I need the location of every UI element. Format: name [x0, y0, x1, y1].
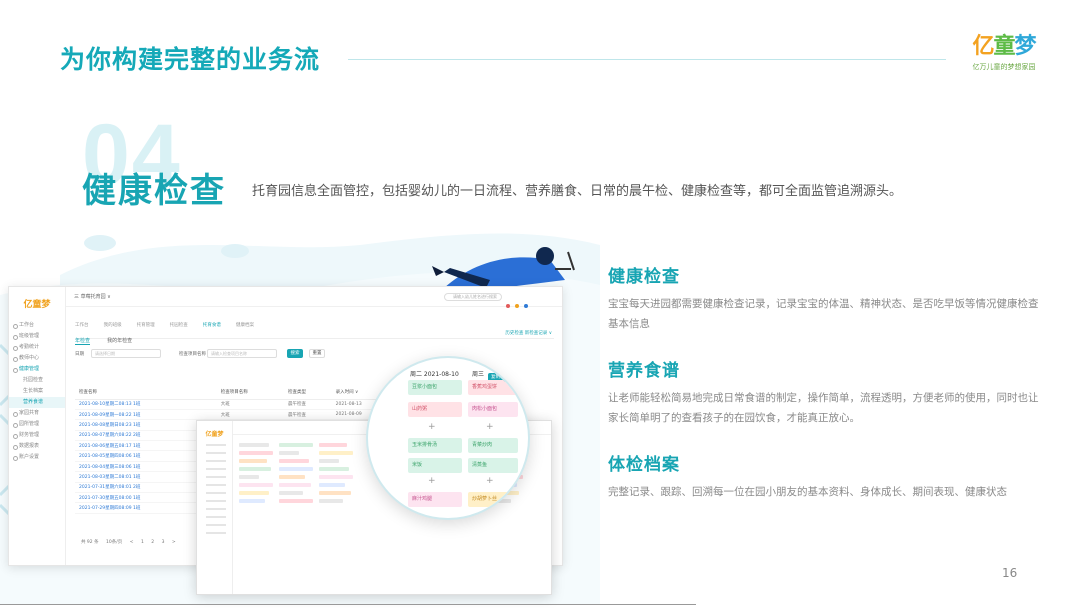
pagination-prev[interactable]: < — [130, 540, 134, 545]
mock-subtab[interactable]: 年检查 — [75, 338, 91, 345]
mock-sidebar-item[interactable]: 家园共育 — [9, 408, 65, 419]
mock-logo: 亿童梦 — [23, 300, 51, 310]
mock-sidebar-item[interactable]: 工作台 — [9, 320, 65, 331]
meal-cell[interactable]: 清蒸鱼 — [468, 458, 518, 473]
pagination-next[interactable]: > — [172, 540, 176, 545]
add-item-icon[interactable]: + — [486, 476, 494, 486]
mock-date-input[interactable]: 请选择日期 — [91, 349, 161, 358]
pagination-page[interactable]: 2 — [151, 540, 154, 545]
mock-search-input[interactable]: 请输入幼儿姓名进行搜索 — [444, 293, 502, 301]
mock-logo-small: 亿童梦 — [205, 431, 224, 438]
table-cell: 大班 — [216, 399, 284, 410]
table-cell: 晨午检查 — [283, 409, 332, 421]
mock-sidebar: 亿童梦 工作台 班级管理 考勤统计 教师中心 健康管理 托园检查 生长档案 营养… — [9, 287, 66, 565]
feature-title: 体检档案 — [608, 455, 680, 475]
mock-reset-button[interactable]: 重置 — [309, 349, 325, 358]
table-header: 检查名称 — [75, 385, 217, 400]
table-cell: 晨午检查 — [283, 399, 332, 410]
mock-type-input[interactable]: 请输入检查项目名称 — [207, 349, 277, 358]
table-header: 检查类型 — [283, 385, 332, 400]
mock-sidebar-item[interactable]: 数据报表 — [9, 441, 65, 452]
add-item-icon[interactable]: + — [486, 422, 494, 432]
table-row[interactable]: 2021-08-10星期二08:13 1班 大班 晨午检查 2021-08-13 — [75, 399, 397, 410]
mock-sidebar-small: 亿童梦 — [197, 421, 233, 594]
feature-description: 宝宝每天进园都需要健康检查记录，记录宝宝的体温、精神状态、是否吃早饭等情况健康检… — [608, 298, 1039, 330]
pagination-total: 共 92 条 — [81, 540, 99, 545]
table-cell[interactable]: 2021-08-10星期二08:13 1班 — [75, 399, 217, 410]
meal-cell[interactable]: 豆浆小面包 — [408, 380, 462, 395]
feature-health-check: 健康检查 宝宝每天进园都需要健康检查记录，记录宝宝的体温、精神状态、是否吃早饭等… — [608, 262, 1048, 334]
pagination-size[interactable]: 10条/页 — [106, 540, 122, 545]
meal-cell[interactable]: 麻汁鸡腿 — [408, 492, 462, 507]
section-description: 托育园信息全面管控，包括婴幼儿的一日流程、营养膳食、日常的晨午检、健康检查等，都… — [252, 184, 903, 199]
feature-title: 健康检查 — [608, 267, 680, 287]
mock-pagination: 共 92 条 10条/页 < 1 2 3 > — [81, 539, 182, 545]
meal-cell[interactable]: 香蕉鸡蛋饼 — [468, 380, 518, 395]
mock-filter-bar: 日期 请选择日期 检查项目名称 请输入检查项目名称 搜索 重置 — [75, 347, 554, 361]
mock-search-button[interactable]: 搜索 — [287, 349, 303, 358]
meal-cell[interactable]: 青菜炒肉 — [468, 438, 518, 453]
feature-description: 完整记录、跟踪、回溯每一位在园小朋友的基本资料、身体成长、期间表现、健康状态 — [608, 486, 1007, 498]
table-cell: 大班 — [216, 409, 284, 421]
mock-sidebar-item[interactable]: 班级管理 — [9, 331, 65, 342]
mock-sidebar-subitem[interactable]: 生长档案 — [9, 386, 65, 397]
add-item-icon[interactable]: + — [428, 476, 436, 486]
mock-sidebar-item[interactable]: 园所管理 — [9, 419, 65, 430]
footer-divider — [0, 604, 696, 605]
mock-sub-tabs: 年检查 我的年检查 — [75, 327, 554, 345]
meal-cell[interactable]: 山药粥 — [408, 402, 462, 417]
add-meal-button[interactable]: + 添加食谱 — [516, 373, 528, 382]
brand-logo: 亿童梦 亿万儿童的梦想家园 — [962, 34, 1046, 82]
pagination-page[interactable]: 1 — [141, 540, 144, 545]
mock-sidebar-item[interactable]: 财务管理 — [9, 430, 65, 441]
mock-topbar: 三 草莓托育园 ∨ 请输入幼儿姓名进行搜索 — [66, 287, 562, 308]
mock-type-label: 检查项目名称 — [179, 352, 206, 357]
meal-day-header: 周三 — [472, 371, 485, 378]
page-title: 为你构建完整的业务流 — [60, 45, 321, 74]
table-header: 检查项目名称 — [216, 385, 284, 400]
add-item-icon[interactable]: + — [428, 422, 436, 432]
meal-cell[interactable]: 炒胡萝卜丝 — [468, 492, 518, 507]
logo-mark: 亿童梦 — [972, 34, 1036, 59]
mock-breadcrumb[interactable]: 三 草莓托育园 ∨ — [74, 293, 111, 300]
feature-nutrition-menu: 营养食谱 让老师能轻松简易地完成日常食谱的制定，操作简单，流程透明，方便老师的使… — [608, 356, 1048, 428]
mock-sidebar-item[interactable]: 教师中心 — [9, 353, 65, 364]
feature-physical-records: 体检档案 完整记录、跟踪、回溯每一位在园小朋友的基本资料、身体成长、期间表现、健… — [608, 450, 1048, 502]
meal-cell[interactable]: 肉松小面包 — [468, 402, 518, 417]
page-number: 16 — [1002, 566, 1018, 580]
mock-date-label: 日期 — [75, 352, 84, 357]
meal-cell[interactable]: 玉米排骨汤 — [408, 438, 462, 453]
mock-subtab[interactable]: 我的年检查 — [107, 338, 132, 344]
mock-sidebar-subitem[interactable]: 托园检查 — [9, 375, 65, 386]
feature-title: 营养食谱 — [608, 361, 680, 381]
mock-sidebar-item[interactable]: 考勤统计 — [9, 342, 65, 353]
feature-description: 让老师能轻松简易地完成日常食谱的制定，操作简单，流程透明，方便老师的使用，同时也… — [608, 392, 1039, 424]
pagination-page[interactable]: 3 — [162, 540, 165, 545]
table-row[interactable]: 2021-08-09星期一08:22 1班 大班 晨午检查 2021-08-09 — [75, 409, 397, 421]
mock-notification-icons[interactable] — [506, 293, 554, 308]
logo-tagline: 亿万儿童的梦想家园 — [972, 63, 1036, 71]
header-divider — [348, 59, 946, 60]
meal-cell[interactable]: 米饭 — [408, 458, 462, 473]
meal-day-header: 周二 2021-08-10 — [410, 371, 459, 378]
mock-history-link[interactable]: 历史检查 新检查记录 ∨ — [505, 330, 552, 336]
magnifier-zoom: 周二 2021-08-10 周三 复制食谱 + 添加食谱 豆浆小面包 香蕉鸡蛋饼… — [366, 356, 530, 520]
mock-sidebar-subitem[interactable]: 营养食谱 — [9, 397, 65, 408]
mock-sidebar-item[interactable]: 健康管理 — [9, 364, 65, 375]
section-title: 健康检查 — [82, 171, 226, 211]
table-cell[interactable]: 2021-08-09星期一08:22 1班 — [75, 409, 217, 421]
mock-sidebar-item[interactable]: 账户设置 — [9, 452, 65, 463]
